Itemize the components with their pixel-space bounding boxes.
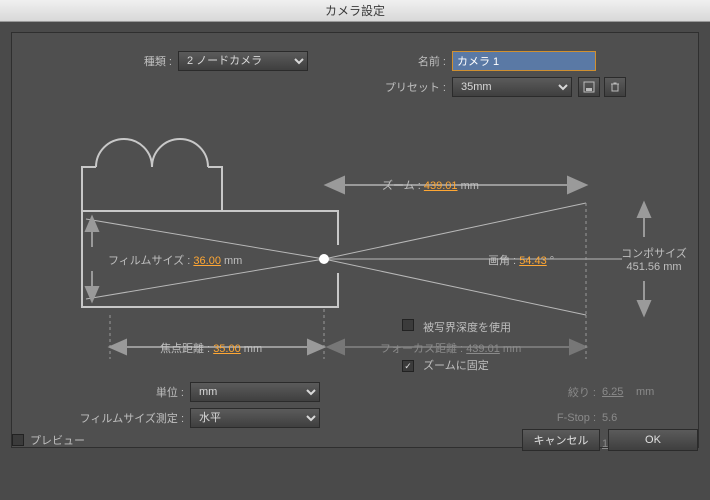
preset-delete-button[interactable] [604, 77, 626, 97]
focusdist-unit: mm [503, 343, 521, 355]
window-title: カメラ設定 [325, 4, 385, 18]
compsize-value: 451.56 [626, 261, 660, 273]
zoom-label: ズーム : [382, 180, 421, 192]
compsize-label-group: コンポサイズ 451.56 mm [616, 245, 692, 273]
camera-diagram: ズーム : 439.01 mm フィルムサイズ : 36.00 mm 画角 : … [26, 119, 686, 363]
preview-checkbox[interactable] [12, 434, 24, 446]
window-titlebar: カメラ設定 [0, 0, 710, 22]
preview-label: プレビュー [30, 432, 85, 448]
aperture-label: 絞り : [516, 384, 596, 400]
camera-outline [82, 139, 338, 307]
ok-button[interactable]: OK [608, 429, 698, 451]
focusdist-label-group: フォーカス距離 : 439.01 mm [380, 340, 521, 356]
filmsize-value[interactable]: 36.00 [193, 255, 221, 267]
preset-select[interactable]: 35mm [452, 77, 572, 97]
settings-panel: 種類 : 2 ノードカメラ 名前 : プリセット : 35mm [11, 32, 699, 448]
focal-value[interactable]: 35.00 [213, 343, 241, 355]
angle-label: 画角 : [488, 255, 516, 267]
filmsize-label-group: フィルムサイズ : 36.00 mm [108, 252, 242, 268]
name-input[interactable] [452, 51, 596, 71]
dof-lock-checkbox[interactable] [402, 360, 414, 372]
dof-enable-label: 被写界深度を使用 [423, 322, 511, 334]
pivot-handle-icon[interactable] [319, 254, 329, 264]
unit-label: 単位 : [26, 384, 184, 400]
focusdist-label: フォーカス距離 : [380, 343, 463, 355]
filmsize-arrow [86, 217, 98, 301]
focal-label: 焦点距離 : [160, 343, 210, 355]
angle-unit: ° [550, 255, 554, 267]
name-label: 名前 : [406, 53, 446, 69]
filmsize-unit: mm [224, 255, 242, 267]
zoom-label-group: ズーム : 439.01 mm [382, 177, 479, 193]
save-icon [583, 81, 595, 93]
preset-label: プリセット : [370, 79, 446, 95]
focal-label-group: 焦点距離 : 35.00 mm [160, 340, 262, 356]
zoom-value[interactable]: 439.01 [424, 180, 458, 192]
angle-value[interactable]: 54.43 [519, 255, 547, 267]
type-label: 種類 : [132, 53, 172, 69]
preset-save-button[interactable] [578, 77, 600, 97]
aperture-value: 6.25 [602, 386, 636, 398]
dialog-footer: プレビュー キャンセル OK [0, 422, 710, 458]
cancel-button[interactable]: キャンセル [522, 429, 600, 451]
zoom-unit: mm [461, 180, 479, 192]
dof-enable-row[interactable]: 被写界深度を使用 [402, 319, 511, 335]
type-select[interactable]: 2 ノードカメラ [178, 51, 308, 71]
filmsize-label: フィルムサイズ : [108, 255, 190, 267]
dof-enable-checkbox[interactable] [402, 319, 414, 331]
dof-lock-row[interactable]: ズームに固定 [402, 357, 489, 373]
trash-icon [609, 81, 621, 93]
compsize-label: コンポサイズ [616, 245, 692, 261]
dof-lock-label: ズームに固定 [423, 360, 489, 372]
compsize-unit: mm [663, 261, 681, 273]
focal-unit: mm [244, 343, 262, 355]
focusdist-value: 439.01 [466, 343, 500, 355]
angle-label-group: 画角 : 54.43 ° [488, 252, 554, 268]
aperture-unit: mm [636, 386, 686, 398]
unit-select[interactable]: mm [190, 382, 320, 402]
